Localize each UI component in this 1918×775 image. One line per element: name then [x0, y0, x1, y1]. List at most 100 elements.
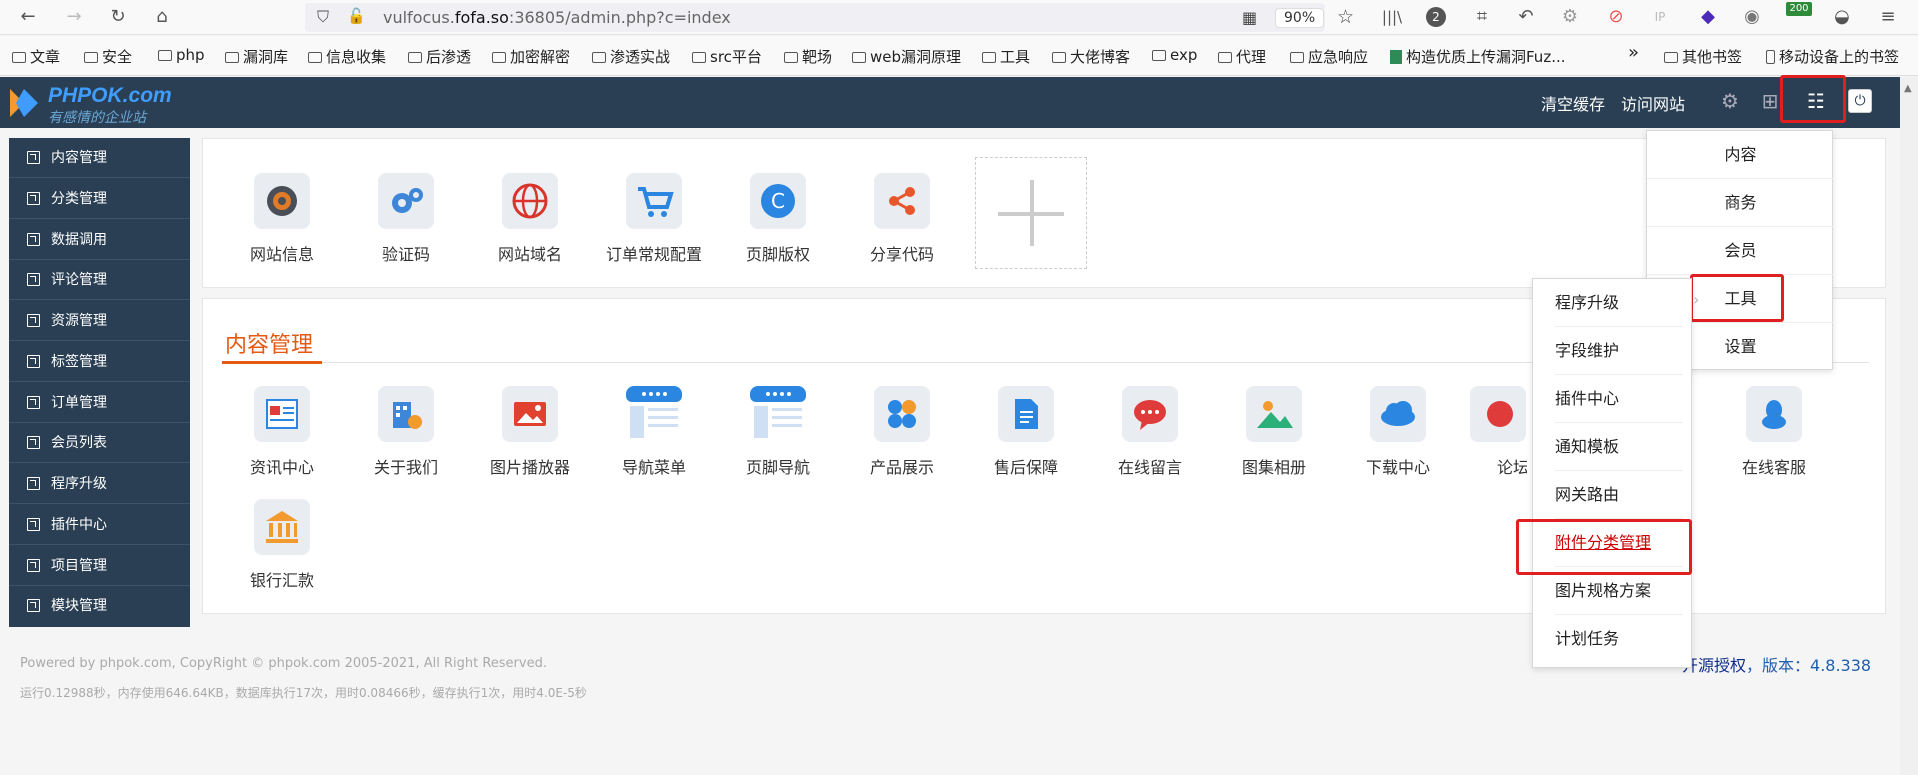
extension-gear-icon[interactable]: ⚙	[1558, 5, 1582, 29]
other-bookmarks[interactable]: 其他书签	[1664, 46, 1742, 67]
more-bookmarks-chevron-icon[interactable]: »	[1628, 42, 1639, 63]
content-tile-products[interactable]: 产品展示	[847, 386, 957, 478]
bookmark-folder[interactable]: 代理	[1218, 46, 1266, 67]
bookmark-folder[interactable]: 漏洞库	[225, 46, 288, 67]
bookmark-folder[interactable]: web漏洞原理	[852, 46, 961, 67]
qr-code-icon[interactable]: ▦	[1242, 8, 1257, 27]
bookmark-folder[interactable]: 应急响应	[1290, 46, 1368, 67]
submenu-item-plugins[interactable]: 插件中心	[1555, 375, 1683, 423]
reload-icon[interactable]: ↻	[106, 5, 130, 29]
content-tile-guestbook[interactable]: 在线留言	[1095, 386, 1205, 478]
sidebar-item-content[interactable]: 内容管理	[9, 138, 190, 178]
folder-icon	[784, 52, 798, 63]
sidebar-item-orders[interactable]: 订单管理	[9, 383, 190, 423]
content-tile-gallery[interactable]: 图集相册	[1219, 386, 1329, 478]
submenu-item-upgrade[interactable]: 程序升级	[1555, 279, 1683, 327]
bookmark-folder[interactable]: 安全	[84, 46, 132, 67]
submenu-item-cron-tasks[interactable]: 计划任务	[1555, 615, 1683, 663]
forward-icon[interactable]: →	[62, 5, 86, 29]
visit-site-link[interactable]: 访问网站	[1621, 91, 1685, 115]
bookmark-folder[interactable]: 靶场	[784, 46, 832, 67]
ip-extension[interactable]: IP	[1648, 5, 1672, 29]
folder-icon	[158, 50, 172, 61]
power-logout-icon[interactable]: ⏻	[1848, 89, 1872, 113]
address-bar[interactable]: ⛉ 🔓 vulfocus.fofa.so:36805/admin.php?c=i…	[305, 3, 1354, 32]
zoom-level[interactable]: 90%	[1275, 8, 1325, 28]
bookmark-folder[interactable]: 后渗透	[408, 46, 471, 67]
bookmark-folder[interactable]: 渗透实战	[592, 46, 670, 67]
insecure-lock-icon[interactable]: 🔓	[347, 7, 366, 25]
quick-tile-captcha[interactable]: 验证码	[351, 173, 461, 265]
clear-cache-link[interactable]: 清空缓存	[1541, 91, 1605, 115]
bookmark-folder[interactable]: 信息收集	[308, 46, 386, 67]
content-tile-online-service[interactable]: 在线客服	[1719, 386, 1829, 478]
sidebar-item-modules[interactable]: 模块管理	[9, 586, 190, 626]
external-link-icon	[27, 477, 40, 490]
gears-icon	[378, 173, 434, 229]
bookmark-folder[interactable]: 加密解密	[492, 46, 570, 67]
submenu-item-gateway[interactable]: 网关路由	[1555, 471, 1683, 519]
sidebar-item-plugins[interactable]: 插件中心	[9, 505, 190, 545]
circle-extension-icon[interactable]: ◉	[1740, 5, 1764, 29]
content-tile-after-sales[interactable]: 售后保障	[971, 386, 1081, 478]
bookmark-star-icon[interactable]: ☆	[1337, 6, 1354, 28]
back-icon[interactable]: ←	[16, 5, 40, 29]
hat-extension-icon[interactable]: ◒	[1830, 5, 1854, 29]
shield-icon[interactable]: ⛉	[317, 7, 329, 27]
content-tile-about[interactable]: 关于我们	[351, 386, 461, 478]
scroll-up-icon[interactable]: ▲	[1904, 83, 1912, 94]
content-tile-footer-nav[interactable]: 页脚导航	[723, 386, 833, 478]
page-scrollbar[interactable]: ▲	[1900, 77, 1918, 775]
bookmark-folder[interactable]: src平台	[692, 46, 762, 67]
bookmark-folder[interactable]: 文章	[12, 46, 60, 67]
add-shortcut-button[interactable]	[975, 157, 1087, 269]
folder-icon	[592, 52, 606, 63]
block-icon[interactable]: ⊘	[1604, 5, 1628, 29]
sidebar-item-projects[interactable]: 项目管理	[9, 546, 190, 586]
url-text[interactable]: vulfocus.fofa.so:36805/admin.php?c=index	[383, 8, 731, 27]
quick-tile-copyright[interactable]: C 页脚版权	[723, 173, 833, 265]
content-tile-nav-menu[interactable]: 导航菜单	[599, 386, 709, 478]
extension-badge[interactable]: 2	[1426, 7, 1446, 27]
undo-icon[interactable]: ↶	[1514, 5, 1538, 29]
content-tile-bank-transfer[interactable]: 银行汇款	[227, 499, 337, 591]
status-200-badge[interactable]: 200	[1786, 2, 1812, 16]
folder-icon	[692, 52, 706, 63]
content-tile-slider[interactable]: 图片播放器	[475, 386, 585, 478]
mobile-bookmarks[interactable]: 移动设备上的书签	[1766, 46, 1899, 67]
menu-item-content[interactable]: 内容	[1647, 131, 1834, 179]
bookmark-folder[interactable]: 大佬博客	[1052, 46, 1130, 67]
diamond-extension-icon[interactable]: ◆	[1696, 5, 1720, 29]
menu-item-business[interactable]: 商务	[1647, 179, 1834, 227]
quick-tile-order-config[interactable]: 订单常规配置	[599, 173, 709, 265]
sidebar: 内容管理 分类管理 数据调用 评论管理 资源管理 标签管理 订单管理 会员列表 …	[9, 138, 190, 627]
quick-tile-share-code[interactable]: 分享代码	[847, 173, 957, 265]
submenu-item-notice-templates[interactable]: 通知模板	[1555, 423, 1683, 471]
hamburger-menu-icon[interactable]: ≡	[1876, 5, 1900, 29]
content-tile-forum[interactable]: 论坛B	[1467, 386, 1527, 478]
bookmark-folder[interactable]: php	[158, 46, 205, 64]
content-tile-news[interactable]: 资讯中心	[227, 386, 337, 478]
submenu-item-fields[interactable]: 字段维护	[1555, 327, 1683, 375]
site-logo[interactable]: PHPOK.com 有感情的企业站	[0, 81, 210, 126]
sidebar-item-comments[interactable]: 评论管理	[9, 260, 190, 300]
library-icon[interactable]: |||\	[1380, 5, 1404, 29]
sidebar-item-data-call[interactable]: 数据调用	[9, 220, 190, 260]
content-tile-downloads[interactable]: 下载中心	[1343, 386, 1453, 478]
quick-tile-site-info[interactable]: 网站信息	[227, 173, 337, 265]
bookmark-folder[interactable]: 工具	[982, 46, 1030, 67]
settings-gear-icon[interactable]: ⚙	[1716, 87, 1744, 115]
sidebar-item-category[interactable]: 分类管理	[9, 179, 190, 219]
folder-icon	[982, 52, 996, 63]
sidebar-item-tags[interactable]: 标签管理	[9, 342, 190, 382]
bookmark-folder[interactable]: exp	[1152, 46, 1197, 64]
sidebar-item-members[interactable]: 会员列表	[9, 423, 190, 463]
sidebar-item-resources[interactable]: 资源管理	[9, 301, 190, 341]
crop-icon[interactable]: ⌗	[1470, 5, 1494, 29]
bookmark-link[interactable]: 构造优质上传漏洞Fuz...	[1390, 46, 1566, 67]
quick-tile-domain[interactable]: 网站域名	[475, 173, 585, 265]
home-icon[interactable]: ⌂	[150, 5, 174, 29]
menu-item-members[interactable]: 会员	[1647, 227, 1834, 275]
qq-penguin-icon	[1746, 386, 1802, 442]
sidebar-item-upgrade[interactable]: 程序升级	[9, 464, 190, 504]
